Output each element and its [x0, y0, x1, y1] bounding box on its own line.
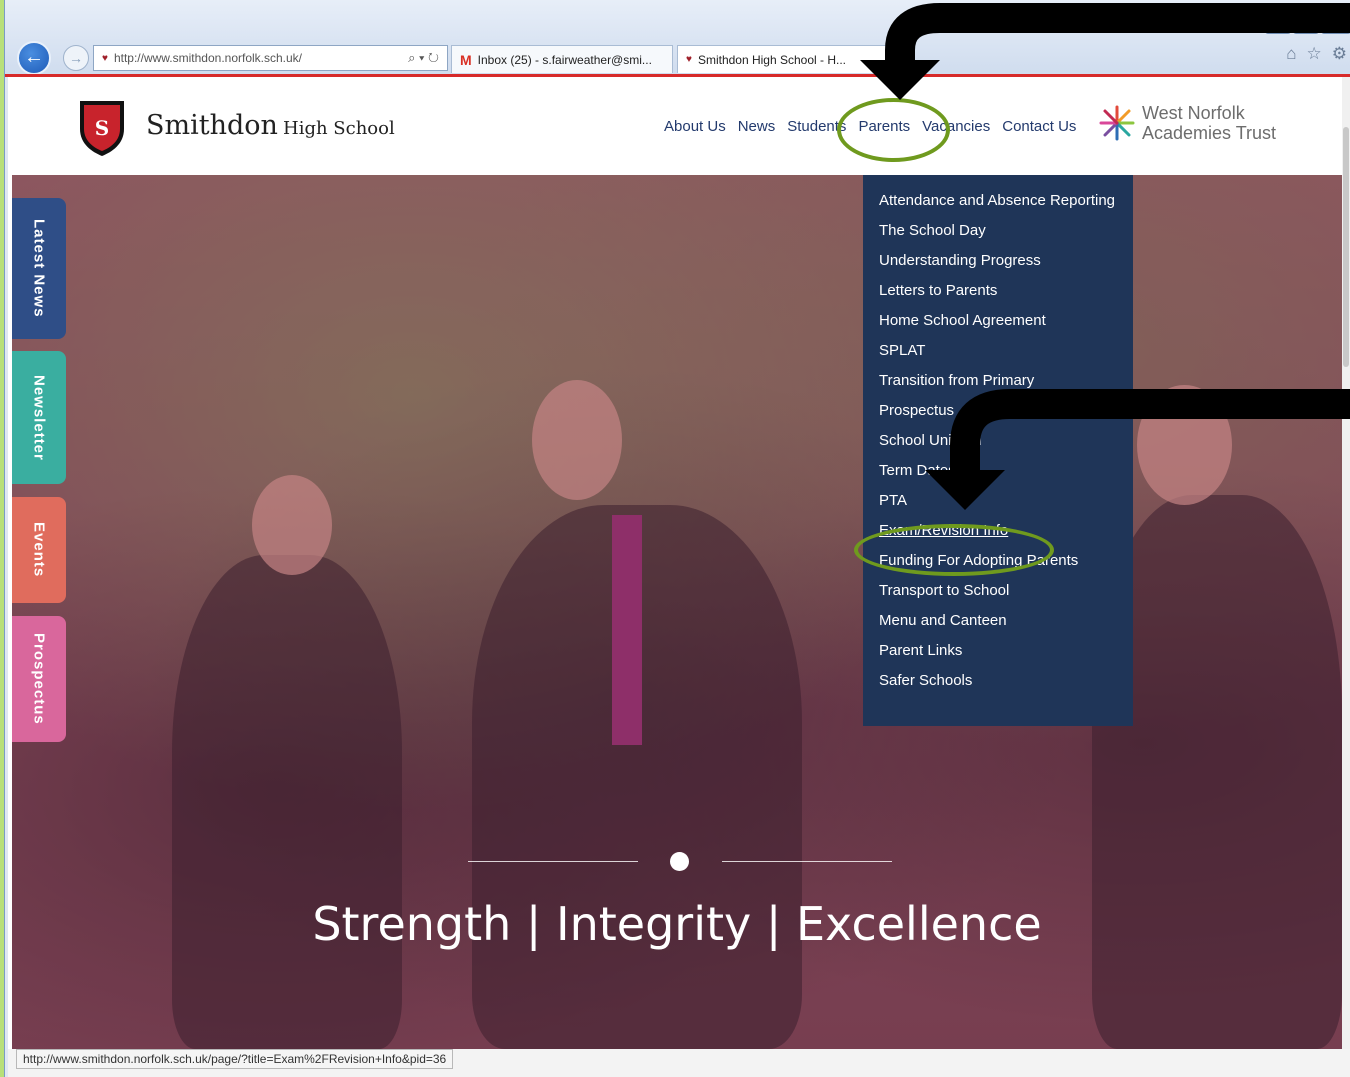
side-tab-prospectus[interactable]: Prospectus [12, 616, 66, 742]
site-title-main: Smithdon [146, 110, 278, 141]
menu-item-transport[interactable]: Transport to School [879, 581, 1117, 600]
tab-label: Smithdon High School - H... [697, 52, 847, 67]
tab-label: Inbox (25) - s.fairweather@smi... [477, 52, 652, 67]
arrow-right-icon: → [69, 50, 83, 66]
site-favicon-icon: ♥ [102, 52, 108, 64]
side-tab-events[interactable]: Events [12, 497, 66, 603]
search-refresh-icons[interactable]: ⌕ ▾ ↻ [408, 50, 447, 66]
forward-button[interactable]: → [63, 45, 89, 71]
annotation-arrow-exam [925, 389, 1350, 510]
hero-divider-right [722, 861, 892, 862]
svg-text:S: S [95, 116, 109, 140]
nav-contact-us[interactable]: Contact Us [1002, 118, 1076, 135]
menu-item-parent-links[interactable]: Parent Links [879, 641, 1117, 660]
menu-item-splat[interactable]: SPLAT [879, 341, 1117, 360]
menu-item-safer-schools[interactable]: Safer Schools [879, 671, 1117, 690]
trust-name-line1: West Norfolk [1142, 103, 1245, 123]
hero-divider-left [468, 861, 638, 862]
menu-item-menu-canteen[interactable]: Menu and Canteen [879, 611, 1117, 630]
side-tab-newsletter[interactable]: Newsletter [12, 351, 66, 484]
menu-item-home-school-agreement[interactable]: Home School Agreement [879, 311, 1117, 330]
nav-about-us[interactable]: About Us [664, 118, 726, 135]
trust-star-icon [1099, 105, 1135, 141]
hero-banner: Strength | Integrity | Excellence [12, 175, 1342, 1049]
annotation-ellipse-exam-revision [854, 524, 1054, 576]
gmail-icon: M [460, 51, 472, 68]
site-title-sub: High School [283, 118, 395, 139]
menu-item-letters-to-parents[interactable]: Letters to Parents [879, 281, 1117, 300]
scrollbar-thumb[interactable] [1343, 127, 1349, 367]
address-bar[interactable]: ♥ http://www.smithdon.norfolk.sch.uk/ ⌕ … [93, 45, 448, 71]
address-url[interactable]: http://www.smithdon.norfolk.sch.uk/ [114, 51, 302, 65]
trust-logo[interactable]: West Norfolk Academies Trust [1098, 103, 1276, 143]
back-button[interactable]: ← [17, 41, 51, 75]
site-title[interactable]: Smithdon High School [146, 110, 395, 141]
site-favicon-icon: ♥ [686, 54, 692, 65]
status-bar-url: http://www.smithdon.norfolk.sch.uk/page/… [16, 1049, 454, 1069]
menu-item-school-day[interactable]: The School Day [879, 221, 1117, 240]
side-tab-latest-news[interactable]: Latest News [12, 198, 66, 339]
menu-item-attendance[interactable]: Attendance and Absence Reporting [879, 191, 1117, 210]
vertical-scrollbar[interactable] [1342, 77, 1350, 1049]
trust-name-line2: Academies Trust [1142, 123, 1277, 143]
annotation-ellipse-parents [837, 98, 950, 162]
school-crest-icon[interactable]: S [78, 99, 126, 157]
carousel-dot[interactable] [670, 852, 689, 871]
tab-gmail[interactable]: M Inbox (25) - s.fairweather@smi... [451, 45, 673, 73]
nav-news[interactable]: News [738, 118, 776, 135]
menu-item-understanding-progress[interactable]: Understanding Progress [879, 251, 1117, 270]
hero-tagline: Strength | Integrity | Excellence [312, 897, 1042, 951]
page-viewport: S Smithdon High School About Us News Stu… [8, 77, 1342, 1049]
annotation-arrow-parents [860, 3, 1350, 100]
arrow-left-icon: ← [24, 46, 44, 68]
